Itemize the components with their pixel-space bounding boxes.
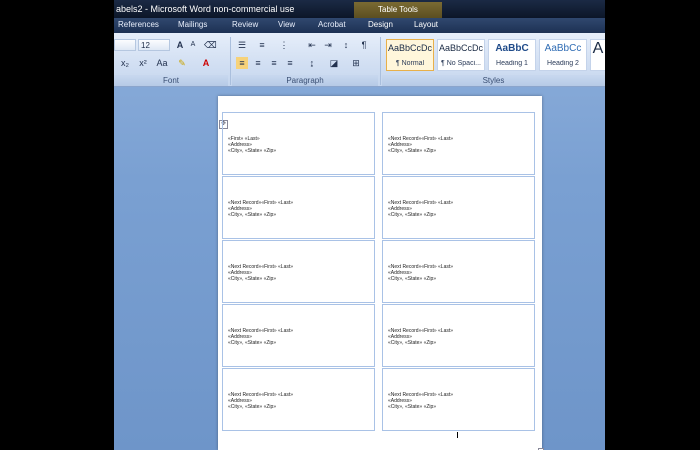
labels-table[interactable]: ✥ «First» «Last» «Address» «City», «Stat… [219,112,544,450]
align-center-icon[interactable]: ≡ [252,57,264,69]
numbering-icon[interactable]: ≡ [256,39,268,51]
align-left-icon[interactable]: ≡ [236,57,248,69]
grow-font-icon[interactable]: A [174,39,186,51]
font-name-dropdown[interactable] [114,39,136,51]
label-cell[interactable]: «First» «Last» «Address» «City», «State»… [222,112,375,175]
merge-field-line: «City», «State» «Zip» [388,148,437,154]
group-separator [380,37,381,85]
decrease-indent-icon[interactable]: ⇤ [306,39,318,51]
superscript-icon[interactable]: x² [136,57,150,69]
label-cell[interactable]: «Next Record»«First» «Last» «Address» «C… [382,368,535,431]
label-cell[interactable]: «Next Record»«First» «Last» «Address» «C… [382,240,535,303]
ribbon-tabs: References Mailings Review View Acrobat … [114,18,605,33]
font-group-label: Font [114,75,228,86]
font-size-value: 12 [141,41,150,50]
multilevel-list-icon[interactable]: ⋮ [278,39,290,51]
paragraph-group-label: Paragraph [232,75,378,86]
show-formatting-icon[interactable]: ¶ [358,39,370,51]
style-preview: A [592,40,604,57]
style-no-spacing[interactable]: AaBbCcDc ¶ No Spaci... [437,39,485,71]
subscript-icon[interactable]: x₂ [118,57,132,69]
merge-field-line: «City», «State» «Zip» [228,404,277,410]
merge-field-line: «City», «State» «Zip» [388,276,437,282]
clear-formatting-icon[interactable]: ⌫ [204,39,217,51]
tab-design[interactable]: Design [368,20,393,29]
line-spacing-icon[interactable]: ↨ [306,57,318,69]
merge-field-line: «City», «State» «Zip» [388,212,437,218]
font-size-dropdown[interactable]: 12 [138,39,170,51]
change-case-icon[interactable]: Aa [154,57,170,69]
label-cell[interactable]: «Next Record»«First» «Last» «Address» «C… [222,176,375,239]
tab-mailings[interactable]: Mailings [178,20,207,29]
justify-icon[interactable]: ≡ [284,57,296,69]
styles-group-label: Styles [382,75,605,86]
align-right-icon[interactable]: ≡ [268,57,280,69]
text-cursor [457,432,458,438]
style-heading-1[interactable]: AaBbC Heading 1 [488,39,536,71]
merge-field-line: «City», «State» «Zip» [228,212,277,218]
window-title: abels2 - Microsoft Word non-commercial u… [116,4,295,14]
merge-field-line: «City», «State» «Zip» [228,148,277,154]
increase-indent-icon[interactable]: ⇥ [322,39,334,51]
style-name: Heading 1 [496,60,528,67]
tab-view[interactable]: View [278,20,295,29]
style-normal[interactable]: AaBbCcDc ¶ Normal [386,39,434,71]
style-preview: AaBbCcDc [387,43,432,53]
label-cell[interactable]: «Next Record»«First» «Last» «Address» «C… [382,176,535,239]
merge-field-line: «City», «State» «Zip» [228,276,277,282]
title-bar: abels2 - Microsoft Word non-commercial u… [114,0,605,18]
group-separator [230,37,231,85]
tab-review[interactable]: Review [232,20,258,29]
sort-icon[interactable]: ↕ [340,39,352,51]
label-cell[interactable]: «Next Record»«First» «Last» «Address» «C… [382,304,535,367]
tab-references[interactable]: References [118,20,159,29]
bullets-icon[interactable]: ☰ [236,39,248,51]
style-preview: AaBbCc [544,43,582,54]
label-cell[interactable]: «Next Record»«First» «Last» «Address» «C… [222,368,375,431]
style-title[interactable]: A [590,39,605,71]
tab-acrobat[interactable]: Acrobat [318,20,346,29]
tab-layout[interactable]: Layout [414,20,438,29]
ribbon: 12 A A ⌫ x₂ x² Aa ✎ A Font ☰ ≡ ⋮ ⇤ ⇥ ↕ ¶… [114,33,605,87]
shrink-font-icon[interactable]: A [187,39,199,51]
merge-field-line: «City», «State» «Zip» [228,340,277,346]
style-name: Heading 2 [547,60,579,67]
style-preview: AaBbC [495,43,529,54]
style-heading-2[interactable]: AaBbCc Heading 2 [539,39,587,71]
label-cell[interactable]: «Next Record»«First» «Last» «Address» «C… [222,240,375,303]
table-tools-context-label: Table Tools [354,2,442,18]
highlight-color-icon[interactable]: ✎ [176,57,188,69]
merge-field-line: «City», «State» «Zip» [388,340,437,346]
shading-icon[interactable]: ◪ [328,57,340,69]
document-page[interactable]: ✥ «First» «Last» «Address» «City», «Stat… [218,96,544,450]
font-color-icon[interactable]: A [200,57,212,69]
label-cell[interactable]: «Next Record»«First» «Last» «Address» «C… [382,112,535,175]
borders-icon[interactable]: ⊞ [350,57,362,69]
style-name: ¶ Normal [395,60,425,67]
style-preview: AaBbCcDc [438,43,483,53]
merge-field-line: «City», «State» «Zip» [388,404,437,410]
label-cell[interactable]: «Next Record»«First» «Last» «Address» «C… [222,304,375,367]
style-name: ¶ No Spaci... [441,60,481,67]
word-window: abels2 - Microsoft Word non-commercial u… [114,0,605,450]
